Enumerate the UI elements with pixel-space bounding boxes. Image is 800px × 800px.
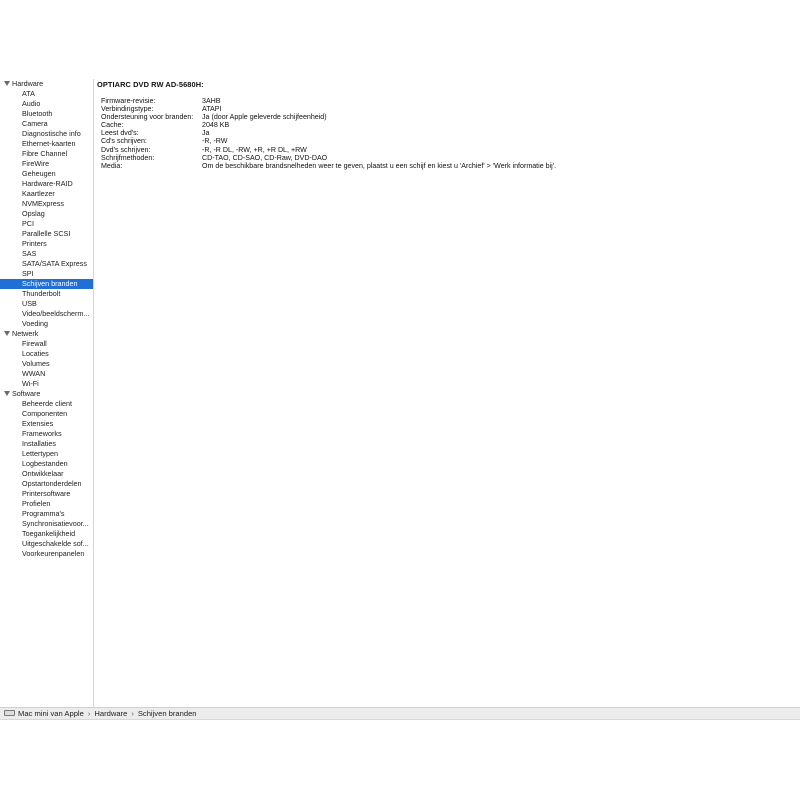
property-key: Ondersteuning voor branden:: [101, 113, 194, 122]
sidebar-item-profielen[interactable]: Profielen: [0, 499, 93, 509]
sidebar-item-beheerde-client[interactable]: Beheerde client: [0, 399, 93, 409]
sidebar-item-sata-sata-express[interactable]: SATA/SATA Express: [0, 259, 93, 269]
property-list: Firmware-revisie: 3AHB Verbindingstype: ATA…: [101, 97, 791, 170]
property-key: Cache:: [101, 121, 124, 130]
property-value: CD-TAO, CD-SAO, CD-Raw, DVD-DAO: [202, 153, 328, 162]
sidebar-item-hardware-raid[interactable]: Hardware-RAID: [0, 179, 93, 189]
property-value: 3AHB: [202, 97, 221, 105]
sidebar-item-ethernet-kaarten[interactable]: Ethernet-kaarten: [0, 139, 93, 149]
sidebar[interactable]: Hardware ATA Audio Bluetooth Camera Diagnosti…: [0, 79, 94, 707]
sidebar-item-synchronisatievoor[interactable]: Synchronisatievoor...: [0, 519, 93, 529]
property-row: Ondersteuning voor branden: Ja (door Appl…: [101, 113, 791, 121]
sidebar-item-diagnostische-info[interactable]: Diagnostische info: [0, 129, 93, 139]
property-key: Verbindingstype:: [101, 105, 154, 114]
sidebar-group-label: Hardware: [12, 79, 44, 88]
property-value: Ja: [202, 129, 210, 138]
property-row: Dvd's schrijven: -R, -R DL, -RW, +R, +R D…: [101, 146, 791, 154]
sidebar-item-printersoftware[interactable]: Printersoftware: [0, 489, 93, 499]
property-row: Cache: 2048 KB: [101, 121, 791, 129]
sidebar-item-nvmexpress[interactable]: NVMExpress: [0, 199, 93, 209]
property-key: Leest dvd's:: [101, 129, 139, 138]
sidebar-item-programma-s[interactable]: Programma's: [0, 509, 93, 519]
sidebar-item-wwan[interactable]: WWAN: [0, 369, 93, 379]
device-title: OPTIARC DVD RW AD-5680H:: [97, 80, 204, 89]
sidebar-item-opstartonderdelen[interactable]: Opstartonderdelen: [0, 479, 93, 489]
sidebar-item-uitgeschakelde-sof[interactable]: Uitgeschakelde sof...: [0, 539, 93, 549]
content-pane: OPTIARC DVD RW AD-5680H: Firmware-revisi…: [97, 79, 797, 707]
sidebar-item-usb[interactable]: USB: [0, 299, 93, 309]
sidebar-item-bluetooth[interactable]: Bluetooth: [0, 109, 93, 119]
property-row: Media: Om de beschikbare brandsnelheden w…: [101, 162, 791, 170]
property-key: Dvd's schrijven:: [101, 145, 151, 154]
disclosure-triangle-icon[interactable]: [4, 81, 10, 86]
property-value: -R, -R DL, -RW, +R, +R DL, +RW: [202, 145, 307, 154]
property-row: Schrijfmethoden: CD-TAO, CD-SAO, CD-Raw, …: [101, 154, 791, 162]
sidebar-item-parallelle-scsi[interactable]: Parallelle SCSI: [0, 229, 93, 239]
sidebar-tree: Hardware ATA Audio Bluetooth Camera Diagnosti…: [0, 79, 93, 559]
breadcrumb-separator-icon: ›: [87, 709, 91, 718]
property-row: Verbindingstype: ATAPI: [101, 105, 791, 113]
property-key: Media:: [101, 161, 123, 170]
property-key: Schrijfmethoden:: [101, 153, 155, 162]
sidebar-item-schijven-branden[interactable]: Schijven branden: [0, 279, 93, 289]
breadcrumb: Mac mini van Apple › Hardware › Schijven bra…: [4, 708, 197, 720]
property-row: Firmware-revisie: 3AHB: [101, 97, 791, 105]
sidebar-group-hardware[interactable]: Hardware: [0, 79, 93, 89]
sidebar-item-ontwikkelaar[interactable]: Ontwikkelaar: [0, 469, 93, 479]
sidebar-item-ata[interactable]: ATA: [0, 89, 93, 99]
sidebar-item-frameworks[interactable]: Frameworks: [0, 429, 93, 439]
breadcrumb-separator-icon: ›: [131, 709, 134, 718]
sidebar-item-toegankelijkheid[interactable]: Toegankelijkheid: [0, 529, 93, 539]
system-information-window: Hardware ATA Audio Bluetooth Camera Diagnosti…: [0, 0, 800, 800]
sidebar-item-locaties[interactable]: Locaties: [0, 349, 93, 359]
sidebar-item-wi-fi[interactable]: Wi-Fi: [0, 379, 93, 389]
breadcrumb-item-hardware[interactable]: Hardware: [94, 709, 127, 718]
property-key: Cd's schrijven:: [101, 137, 147, 146]
breadcrumb-item-schijven-branden[interactable]: Schijven branden: [138, 709, 197, 718]
property-value: ATAPI: [202, 105, 222, 114]
property-value: Ja (door Apple geleverde schijfeenheid): [202, 113, 327, 122]
sidebar-item-audio[interactable]: Audio: [0, 99, 93, 109]
sidebar-group-label: Software: [12, 389, 41, 398]
sidebar-item-firewire[interactable]: FireWire: [0, 159, 93, 169]
property-value: -R, -RW: [202, 137, 228, 146]
sidebar-item-lettertypen[interactable]: Lettertypen: [0, 449, 93, 459]
disclosure-triangle-icon[interactable]: [4, 331, 10, 336]
sidebar-item-voorkeurenpanelen[interactable]: Voorkeurenpanelen: [0, 549, 93, 559]
sidebar-item-camera[interactable]: Camera: [0, 119, 93, 129]
sidebar-item-extensies[interactable]: Extensies: [0, 419, 93, 429]
disclosure-triangle-icon[interactable]: [4, 391, 10, 396]
sidebar-item-printers[interactable]: Printers: [0, 239, 93, 249]
property-row: Leest dvd's: Ja: [101, 129, 791, 137]
sidebar-item-logbestanden[interactable]: Logbestanden: [0, 459, 93, 469]
sidebar-item-opslag[interactable]: Opslag: [0, 209, 93, 219]
sidebar-item-kaartlezer[interactable]: Kaartlezer: [0, 189, 93, 199]
sidebar-item-thunderbolt[interactable]: Thunderbolt: [0, 289, 93, 299]
breadcrumb-item-mac-mini-van-apple[interactable]: Mac mini van Apple: [18, 709, 84, 718]
sidebar-group-label: Netwerk: [12, 329, 39, 338]
status-bar: Mac mini van Apple › Hardware › Schijven bra…: [0, 707, 800, 720]
mac-mini-icon: [4, 710, 15, 716]
sidebar-item-pci[interactable]: PCI: [0, 219, 93, 229]
sidebar-item-video-beeldscherm[interactable]: Video/beeldscherm...: [0, 309, 93, 319]
sidebar-item-sas[interactable]: SAS: [0, 249, 93, 259]
sidebar-item-installaties[interactable]: Installaties: [0, 439, 93, 449]
property-row: Cd's schrijven: -R, -RW: [101, 137, 791, 145]
sidebar-item-componenten[interactable]: Componenten: [0, 409, 93, 419]
sidebar-group-netwerk[interactable]: Netwerk: [0, 329, 93, 339]
property-value: Om de beschikbare brandsnelheden weer te…: [202, 161, 557, 170]
sidebar-item-volumes[interactable]: Volumes: [0, 359, 93, 369]
sidebar-item-voeding[interactable]: Voeding: [0, 319, 93, 329]
property-key: Firmware-revisie:: [101, 97, 156, 105]
sidebar-item-firewall[interactable]: Firewall: [0, 339, 93, 349]
sidebar-item-fibre-channel[interactable]: Fibre Channel: [0, 149, 93, 159]
sidebar-item-spi[interactable]: SPI: [0, 269, 93, 279]
sidebar-group-software[interactable]: Software: [0, 389, 93, 399]
sidebar-item-geheugen[interactable]: Geheugen: [0, 169, 93, 179]
property-value: 2048 KB: [202, 121, 230, 130]
